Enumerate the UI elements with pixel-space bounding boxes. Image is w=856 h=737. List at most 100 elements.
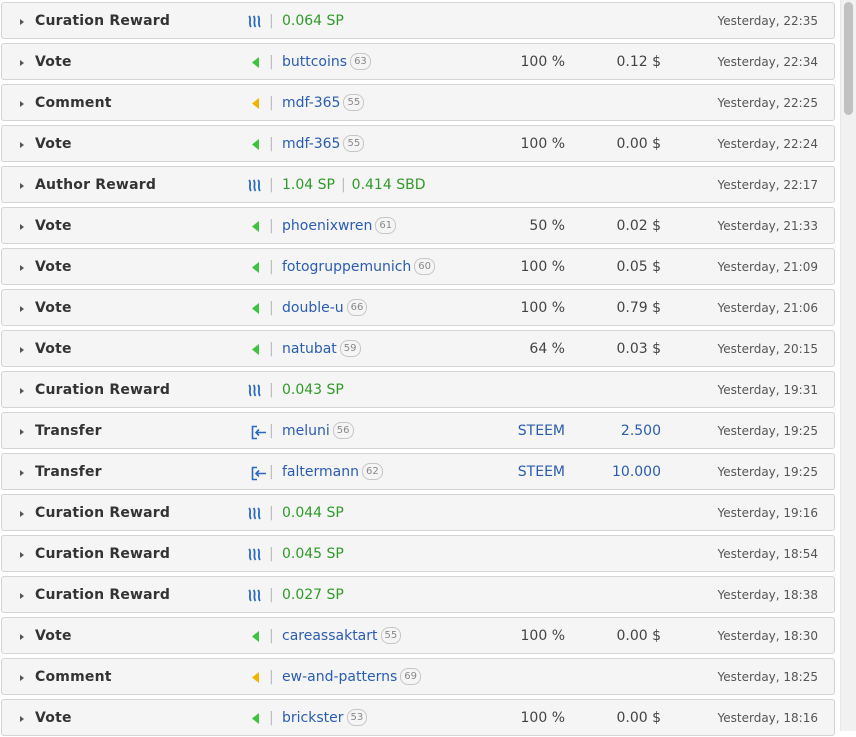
- scrollbar-thumb[interactable]: [844, 2, 853, 115]
- user-link[interactable]: ew-and-patterns: [282, 669, 397, 685]
- expand-caret-icon[interactable]: [20, 593, 24, 599]
- separator: |: [269, 587, 274, 603]
- operation-row[interactable]: Vote | natubat 59 64 % 0.03 $ Yesterday, …: [1, 330, 835, 367]
- expand-caret-icon[interactable]: [20, 347, 24, 353]
- expand-caret-icon[interactable]: [20, 60, 24, 66]
- user-link[interactable]: mdf-365: [282, 136, 340, 152]
- vote-percent: 100 %: [520, 710, 565, 726]
- reputation-badge: 56: [332, 421, 354, 439]
- operation-row[interactable]: Comment | mdf-365 55 Yesterday, 22:25: [1, 84, 835, 121]
- operation-row[interactable]: Transfer | faltermann 62 STEEM 10.000 Yes…: [1, 453, 835, 490]
- timestamp: Yesterday, 19:31: [717, 383, 818, 397]
- expand-caret-icon[interactable]: [20, 716, 24, 722]
- operation-row[interactable]: Vote | mdf-365 55 100 % 0.00 $ Yesterday,…: [1, 125, 835, 162]
- operation-detail: 1.04 SP | 0.414 SBD: [282, 167, 425, 204]
- operation-row[interactable]: Vote | buttcoins 63 100 % 0.12 $ Yesterda…: [1, 43, 835, 80]
- vertical-scrollbar[interactable]: [840, 0, 856, 731]
- user-link[interactable]: mdf-365: [282, 95, 340, 111]
- user-link[interactable]: meluni: [282, 423, 330, 439]
- operation-type: Vote: [35, 628, 72, 644]
- user-link[interactable]: brickster: [282, 710, 344, 726]
- expand-caret-icon[interactable]: [20, 224, 24, 230]
- vote-arrow-icon: [248, 712, 262, 725]
- operation-type: Curation Reward: [35, 505, 171, 521]
- operation-row[interactable]: Vote | careassaktart 55 100 % 0.00 $ Yest…: [1, 617, 835, 654]
- user-link[interactable]: phoenixwren: [282, 218, 372, 234]
- expand-caret-icon[interactable]: [20, 265, 24, 271]
- operation-type: Vote: [35, 218, 72, 234]
- separator: |: [269, 95, 274, 111]
- operation-row[interactable]: Curation Reward | 0.045 SP Yesterday, 18…: [1, 535, 835, 572]
- operation-row[interactable]: Transfer | meluni 56 STEEM 2.500 Yesterda…: [1, 412, 835, 449]
- separator: |: [269, 464, 274, 480]
- separator: |: [269, 218, 274, 234]
- vote-arrow-icon: [248, 343, 262, 356]
- expand-caret-icon[interactable]: [20, 634, 24, 640]
- expand-caret-icon[interactable]: [20, 101, 24, 107]
- comment-arrow-icon: [248, 97, 262, 110]
- user-link[interactable]: buttcoins: [282, 54, 347, 70]
- operation-type: Curation Reward: [35, 13, 171, 29]
- timestamp: Yesterday, 19:25: [717, 465, 818, 479]
- operation-row[interactable]: Curation Reward | 0.064 SP Yesterday, 22…: [1, 2, 835, 39]
- vote-percent: 100 %: [520, 136, 565, 152]
- timestamp: Yesterday, 22:25: [717, 96, 818, 110]
- transfer-amount: 2.500: [620, 423, 661, 439]
- operation-row[interactable]: Vote | phoenixwren 61 50 % 0.02 $ Yesterd…: [1, 207, 835, 244]
- timestamp: Yesterday, 21:06: [717, 301, 818, 315]
- operation-type: Vote: [35, 341, 72, 357]
- operation-type: Vote: [35, 300, 72, 316]
- operation-type: Vote: [35, 259, 72, 275]
- separator: |: [269, 136, 274, 152]
- reward-amount-sp: 0.043 SP: [282, 382, 344, 398]
- operation-type: Curation Reward: [35, 382, 171, 398]
- operation-detail: 0.045 SP: [282, 536, 344, 573]
- vote-value: 0.05 $: [616, 259, 661, 275]
- timestamp: Yesterday, 19:25: [717, 424, 818, 438]
- separator: |: [269, 259, 274, 275]
- user-link[interactable]: natubat: [282, 341, 337, 357]
- operation-row[interactable]: Comment | ew-and-patterns 69 Yesterday, 1…: [1, 658, 835, 695]
- expand-caret-icon[interactable]: [20, 675, 24, 681]
- operation-type: Comment: [35, 95, 112, 111]
- user-link[interactable]: double-u: [282, 300, 344, 316]
- user-link[interactable]: fotogruppemunich: [282, 259, 411, 275]
- expand-caret-icon[interactable]: [20, 429, 24, 435]
- timestamp: Yesterday, 22:17: [717, 178, 818, 192]
- reward-amount-sp: 0.027 SP: [282, 587, 344, 603]
- separator: |: [269, 710, 274, 726]
- operation-type: Curation Reward: [35, 587, 171, 603]
- expand-caret-icon[interactable]: [20, 183, 24, 189]
- timestamp: Yesterday, 22:34: [717, 55, 818, 69]
- operation-row[interactable]: Curation Reward | 0.043 SP Yesterday, 19…: [1, 371, 835, 408]
- user-link[interactable]: faltermann: [282, 464, 359, 480]
- operation-row[interactable]: Vote | brickster 53 100 % 0.00 $ Yesterda…: [1, 699, 835, 736]
- expand-caret-icon[interactable]: [20, 306, 24, 312]
- operation-detail: 0.043 SP: [282, 372, 344, 409]
- vote-value: 0.00 $: [616, 710, 661, 726]
- expand-caret-icon[interactable]: [20, 552, 24, 558]
- operation-detail: 0.044 SP: [282, 495, 344, 532]
- operation-row[interactable]: Curation Reward | 0.027 SP Yesterday, 18…: [1, 576, 835, 613]
- vote-value: 0.00 $: [616, 628, 661, 644]
- user-link[interactable]: careassaktart: [282, 628, 378, 644]
- operation-row[interactable]: Vote | fotogruppemunich 60 100 % 0.05 $ Y…: [1, 248, 835, 285]
- reputation-badge: 55: [343, 93, 365, 111]
- reputation-badge: 62: [361, 462, 383, 480]
- operation-detail: mdf-365 55: [282, 126, 365, 163]
- expand-caret-icon[interactable]: [20, 388, 24, 394]
- operation-type: Transfer: [35, 464, 102, 480]
- reward-amount-sbd: 0.414 SBD: [351, 177, 426, 193]
- reputation-badge: 55: [343, 134, 365, 152]
- operation-row[interactable]: Curation Reward | 0.044 SP Yesterday, 19…: [1, 494, 835, 531]
- expand-caret-icon[interactable]: [20, 470, 24, 476]
- timestamp: Yesterday, 18:38: [717, 588, 818, 602]
- expand-caret-icon[interactable]: [20, 19, 24, 25]
- reputation-badge: 60: [414, 257, 436, 275]
- expand-caret-icon[interactable]: [20, 142, 24, 148]
- operation-type: Transfer: [35, 423, 102, 439]
- operation-row[interactable]: Vote | double-u 66 100 % 0.79 $ Yesterday…: [1, 289, 835, 326]
- operation-row[interactable]: Author Reward | 1.04 SP | 0.414 SBD Yester…: [1, 166, 835, 203]
- vote-arrow-icon: [248, 630, 262, 643]
- expand-caret-icon[interactable]: [20, 511, 24, 517]
